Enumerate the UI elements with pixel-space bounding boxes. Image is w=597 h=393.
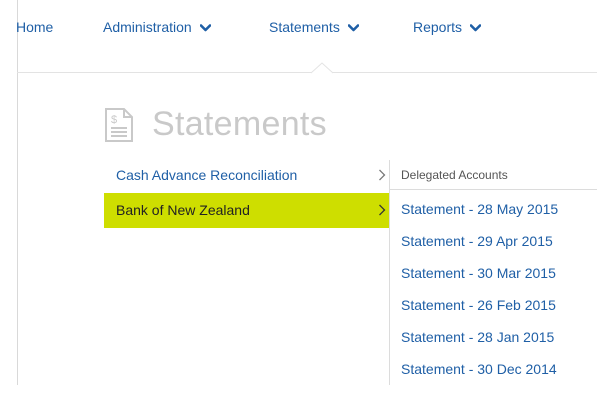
- menu-item-label: Bank of New Zealand: [116, 202, 250, 218]
- statement-link[interactable]: Statement - 30 Mar 2015: [401, 265, 558, 297]
- nav-reports-label: Reports: [413, 19, 463, 35]
- chevron-down-icon: [469, 18, 482, 36]
- svg-text:$: $: [111, 114, 117, 126]
- statement-link[interactable]: Statement - 30 Dec 2014: [401, 361, 558, 393]
- panel-divider: [390, 189, 597, 190]
- nav-divider: [17, 72, 597, 73]
- panel-heading: Delegated Accounts: [401, 168, 508, 182]
- statement-sources-menu: Cash Advance Reconciliation Bank of New …: [104, 160, 390, 228]
- nav-administration[interactable]: Administration: [103, 18, 211, 36]
- statement-link[interactable]: Statement - 28 Jan 2015: [401, 329, 558, 361]
- nav-statements-label: Statements: [269, 19, 340, 35]
- nav-statements[interactable]: Statements: [269, 18, 360, 36]
- page-title: Statements: [152, 105, 327, 143]
- chevron-down-icon: [347, 18, 360, 36]
- nav-home[interactable]: Home: [16, 18, 53, 36]
- document-dollar-icon: $: [104, 108, 134, 147]
- statements-panel: Delegated Accounts Statement - 28 May 20…: [389, 160, 597, 385]
- menu-item-cash-advance-reconciliation[interactable]: Cash Advance Reconciliation: [104, 160, 390, 190]
- statement-link[interactable]: Statement - 28 May 2015: [401, 201, 558, 233]
- chevron-right-icon: [378, 160, 386, 181]
- nav-reports[interactable]: Reports: [413, 18, 482, 36]
- statement-link[interactable]: Statement - 29 Apr 2015: [401, 233, 558, 265]
- menu-item-bank-of-new-zealand[interactable]: Bank of New Zealand: [104, 193, 390, 228]
- top-nav: Home Administration Statements Reports: [0, 0, 597, 72]
- chevron-right-icon: [378, 193, 386, 216]
- menu-item-label: Cash Advance Reconciliation: [116, 167, 298, 183]
- statement-list: Statement - 28 May 2015 Statement - 29 A…: [401, 201, 558, 393]
- chevron-down-icon: [199, 18, 211, 36]
- nav-home-label: Home: [16, 19, 54, 35]
- nav-administration-label: Administration: [103, 19, 192, 35]
- statement-link[interactable]: Statement - 26 Feb 2015: [401, 297, 558, 329]
